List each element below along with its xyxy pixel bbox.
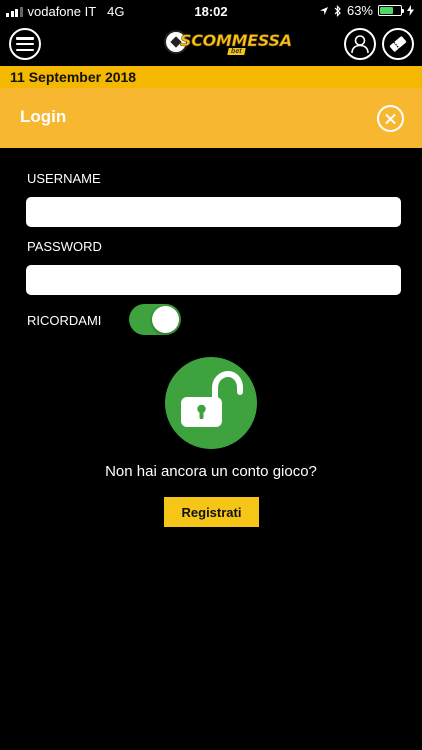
battery-percent: 63% [346,3,373,18]
bet-slip-button[interactable] [382,28,414,60]
login-button[interactable] [165,357,257,449]
location-arrow-icon [319,6,328,15]
battery-level [380,7,393,14]
toggle-knob [152,306,179,333]
status-bar: vodafone IT 4G 18:02 63% [0,0,422,22]
login-title: Login [20,107,67,126]
unlock-icon [181,370,243,427]
close-button[interactable] [377,105,404,132]
app-logo[interactable]: SCOMMESSA bet [164,28,292,60]
logo-sub: bet [227,48,246,55]
username-input[interactable] [26,197,401,227]
battery-icon [378,5,404,16]
bet-ticket-icon [389,36,407,52]
menu-button[interactable] [9,28,41,60]
user-button[interactable] [344,28,376,60]
signup-prompt: Non hai ancora un conto gioco? [105,463,317,480]
app-header: SCOMMESSA bet [0,22,422,64]
status-right: 63% [319,3,414,18]
register-button[interactable]: Registrati [164,497,259,527]
password-input[interactable] [26,265,401,295]
username-label: USERNAME [27,171,101,186]
menu-icon [16,37,34,51]
remember-me-label: RICORDAMI [27,313,102,328]
remember-me-toggle[interactable] [129,304,181,335]
password-label: PASSWORD [27,239,102,254]
user-icon [351,35,369,54]
bluetooth-icon [334,4,341,17]
date-bar: 11 September 2018 [0,66,422,88]
charging-bolt-icon [407,5,414,16]
login-header: Login [0,88,422,148]
